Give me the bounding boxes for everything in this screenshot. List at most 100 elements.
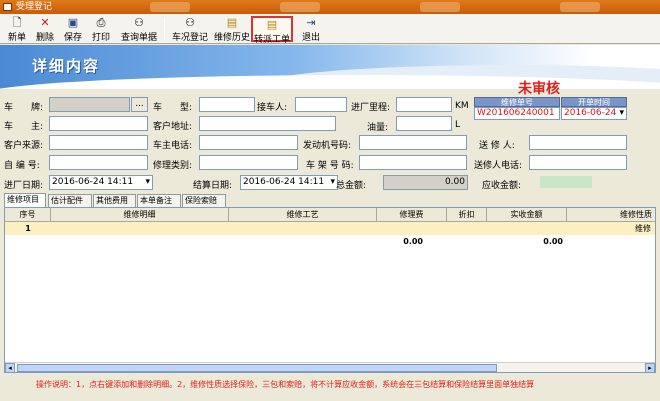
column-header-no[interactable]: 序号 (5, 208, 51, 222)
sender-label: 送 修 人: (479, 141, 515, 151)
picker-input[interactable] (295, 97, 347, 112)
code-input[interactable] (49, 155, 148, 170)
owner-phone-label: 车主电话: (153, 141, 193, 151)
entry-date-label: 进厂日期: (4, 181, 44, 191)
settle-date-value: 2016-06-24 14:11 (243, 177, 325, 187)
source-label: 客户来源: (4, 141, 44, 151)
new-button[interactable]: 🗋 新单 (4, 16, 30, 44)
toolbar: 🗋 新单 ✕ 删除 ▣ 保存 ⎙ 打印 ⚇ 查询单据 ⚇ 车况登记 ▤ 维修历史… (0, 14, 660, 45)
address-input[interactable] (199, 116, 336, 131)
plate-label: 车 牌: (4, 103, 44, 113)
order-no-field: W201606240001 (474, 107, 560, 120)
scroll-thumb[interactable] (17, 364, 497, 372)
column-header-discount[interactable]: 折扣 (447, 208, 487, 222)
fuel-input[interactable] (396, 116, 452, 131)
tab-other-fees[interactable]: 其他费用 (93, 194, 136, 207)
row-no: 1 (25, 224, 31, 233)
background-decoration (150, 2, 190, 12)
binoculars-icon: ⚇ (185, 16, 195, 29)
model-input[interactable] (199, 97, 255, 112)
operation-note: 操作说明：1，点右键添加和删除明细。2，维修性质选择保险，三包和索赔，将不计算应… (36, 380, 535, 389)
frame-input[interactable] (359, 155, 467, 170)
scroll-right-icon[interactable]: ▸ (645, 363, 655, 372)
save-disk-icon: ▣ (67, 16, 79, 29)
mileage-label: 进厂里程: (351, 103, 391, 113)
history-icon: ▤ (226, 16, 238, 29)
table-row[interactable]: 1 维修 (5, 222, 655, 235)
column-header-nature[interactable]: 维修性质 (567, 208, 655, 222)
total-fee: 0.00 (403, 237, 423, 246)
tab-estimated-parts[interactable]: 估计配件 (48, 194, 92, 207)
fuel-label: 油量: (367, 123, 389, 133)
entry-date-value: 2016-06-24 14:11 (52, 177, 134, 187)
tab-order-notes[interactable]: 本单备注 (137, 194, 181, 207)
window-title: 受理登记 (16, 2, 53, 12)
toolbar-separator (164, 18, 165, 40)
dropdown-arrow-icon: ▾ (330, 177, 335, 187)
plate-browse-button[interactable]: ... (131, 97, 148, 112)
sender-phone-label: 送修人电话: (474, 161, 523, 171)
dropdown-arrow-icon: ▾ (619, 108, 624, 118)
row-nature: 维修 (635, 224, 651, 233)
engine-label: 发动机号码: (303, 141, 352, 151)
printer-icon: ⎙ (96, 16, 106, 29)
settle-date-select[interactable]: 2016-06-24 14:11 ▾ (240, 175, 338, 190)
sender-phone-input[interactable] (529, 155, 627, 170)
receivable-label: 应收金额: (482, 181, 522, 191)
dropdown-arrow-icon: ▾ (145, 177, 150, 187)
query-button[interactable]: ⚇ 查询单据 (118, 16, 160, 44)
binoculars-icon: ⚇ (134, 16, 144, 29)
fuel-unit: L (455, 120, 461, 130)
total-amount: 0.00 (543, 237, 563, 246)
scroll-left-icon[interactable]: ◂ (5, 363, 15, 372)
source-input[interactable] (49, 135, 148, 150)
code-label: 自 编 号: (4, 161, 40, 171)
total-field: 0.00 (383, 175, 468, 190)
settle-date-label: 结算日期: (193, 181, 233, 191)
new-document-icon: 🗋 (12, 16, 22, 29)
app-icon (3, 3, 12, 11)
order-no-header: 维修单号 (474, 97, 560, 107)
exit-button[interactable]: ⇥ 退出 (298, 16, 324, 44)
background-decoration (560, 2, 600, 12)
engine-input[interactable] (359, 135, 467, 150)
window-title-bar: 受理登记 (0, 0, 660, 14)
exit-door-icon: ⇥ (306, 16, 316, 29)
owner-label: 车 主: (4, 122, 44, 132)
audit-status: 未审核 (518, 81, 560, 97)
to-work-order-button[interactable]: ▤ 转派工单 (251, 16, 293, 45)
column-header-amount[interactable]: 实收金额 (487, 208, 567, 222)
repair-history-button[interactable]: ▤ 维修历史 (212, 16, 252, 44)
frame-label: 车 架 号 码: (306, 161, 354, 171)
receivable-field (540, 176, 592, 188)
banner-title: 详细内容 (32, 57, 101, 75)
entry-date-select[interactable]: 2016-06-24 14:11 ▾ (49, 175, 153, 190)
section-banner: 详细内容 (0, 45, 660, 89)
tab-repair-items[interactable]: 维修项目 (4, 193, 46, 207)
model-label: 车 型: (153, 103, 193, 113)
owner-phone-input[interactable] (199, 135, 298, 150)
delete-button[interactable]: ✕ 删除 (32, 16, 58, 44)
owner-input[interactable] (49, 116, 148, 131)
plate-input[interactable] (49, 97, 130, 112)
background-decoration (420, 2, 460, 12)
vehicle-register-button[interactable]: ⚇ 车况登记 (170, 16, 210, 44)
tab-insurance-claim[interactable]: 保险索赔 (182, 194, 226, 207)
address-label: 客户地址: (153, 122, 193, 132)
order-date-select[interactable]: 2016-06-24 ▾ (561, 107, 627, 120)
sender-input[interactable] (529, 135, 627, 150)
repair-type-label: 修理类别: (153, 161, 193, 171)
background-decoration (280, 2, 320, 12)
horizontal-scrollbar[interactable]: ◂ ▸ (5, 362, 655, 372)
repair-type-input[interactable] (199, 155, 298, 170)
save-button[interactable]: ▣ 保存 (60, 16, 86, 44)
print-button[interactable]: ⎙ 打印 (88, 16, 114, 44)
column-header-detail[interactable]: 维修明细 (51, 208, 229, 222)
mileage-input[interactable] (396, 97, 452, 112)
repair-items-grid[interactable]: 序号 维修明细 维修工艺 修理费 折扣 实收金额 维修性质 1 维修 0.00 … (4, 207, 656, 373)
mileage-unit: KM (455, 101, 469, 111)
order-date-value: 2016-06-24 (564, 108, 617, 118)
column-header-process[interactable]: 维修工艺 (229, 208, 377, 222)
picker-label: 接车人: (257, 103, 288, 113)
column-header-fee[interactable]: 修理费 (377, 208, 447, 222)
